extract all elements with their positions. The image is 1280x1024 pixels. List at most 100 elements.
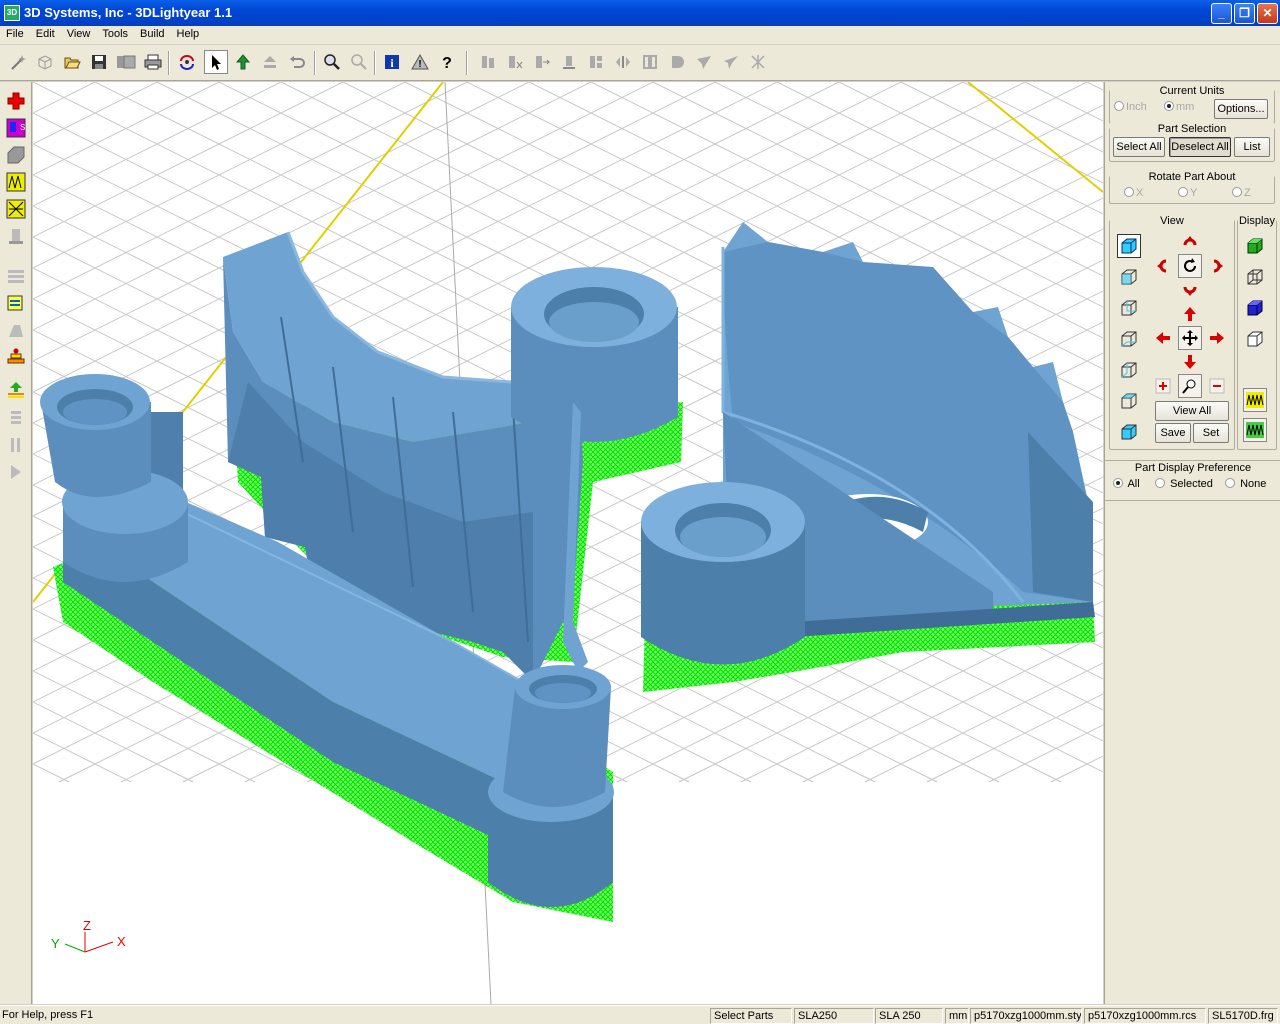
view-iso-7-icon[interactable]	[1117, 420, 1141, 444]
current-units-group: Current Units Inch mm Options...	[1109, 85, 1275, 124]
3d-viewport[interactable]: Z X Y	[33, 82, 1103, 1004]
support-d-icon[interactable]	[557, 50, 581, 74]
window-title: 3D Systems, Inc - 3DLightyear 1.1	[24, 5, 233, 20]
list-button[interactable]: List	[1234, 137, 1270, 157]
view-iso-6-icon[interactable]	[1117, 389, 1141, 413]
magic-wand-icon[interactable]	[6, 50, 30, 74]
support-b-icon[interactable]	[503, 50, 527, 74]
support-k-icon[interactable]	[746, 50, 770, 74]
view-iso-2-icon[interactable]	[1117, 265, 1141, 289]
status-units: mm	[945, 1008, 969, 1024]
help-icon[interactable]: ?	[435, 50, 459, 74]
zoom-window-icon[interactable]	[1178, 374, 1202, 398]
menu-help[interactable]: Help	[171, 26, 206, 40]
view-label: View	[1110, 215, 1234, 227]
support-a-icon[interactable]	[476, 50, 500, 74]
divider	[1105, 460, 1280, 461]
rotate-z-radio[interactable]	[1232, 187, 1242, 197]
maximize-button[interactable]: ❐	[1234, 3, 1255, 24]
move-up-icon[interactable]	[231, 50, 255, 74]
display-solid-icon[interactable]	[1243, 296, 1267, 320]
support-j-icon[interactable]	[719, 50, 743, 74]
menu-build[interactable]: Build	[134, 26, 170, 40]
view-iso-4-icon[interactable]	[1117, 327, 1141, 351]
save-icon[interactable]	[87, 50, 111, 74]
support-g-icon[interactable]	[638, 50, 662, 74]
zoom-out-icon[interactable]	[1205, 374, 1229, 398]
minimize-button[interactable]: _	[1211, 3, 1232, 24]
menu-view[interactable]: View	[61, 26, 97, 40]
support-e-icon[interactable]	[584, 50, 608, 74]
select-all-button[interactable]: Select All	[1113, 137, 1165, 157]
sync-icon[interactable]	[175, 50, 199, 74]
add-part-icon[interactable]	[5, 90, 27, 112]
units-mm-radio[interactable]	[1164, 101, 1174, 111]
rotate-up-icon[interactable]	[1178, 230, 1202, 254]
zoom-in-icon[interactable]	[1151, 374, 1175, 398]
display-shaded-icon[interactable]	[1243, 234, 1267, 258]
pref-all-radio[interactable]	[1113, 478, 1123, 488]
stack-icon[interactable]	[5, 346, 27, 368]
view-all-button[interactable]: View All	[1155, 401, 1229, 421]
pref-none-radio[interactable]	[1225, 478, 1235, 488]
cube-icon[interactable]	[33, 50, 57, 74]
warning-icon[interactable]: !	[408, 50, 432, 74]
zoom-fit-icon[interactable]	[347, 50, 371, 74]
support-h-icon[interactable]	[665, 50, 689, 74]
info-icon[interactable]: i	[380, 50, 404, 74]
pan-up-icon[interactable]	[1178, 302, 1202, 326]
repair-icon[interactable]	[5, 319, 27, 341]
open-folder-icon[interactable]	[60, 50, 84, 74]
pan-left-icon[interactable]	[1151, 326, 1175, 350]
rotate-y-radio[interactable]	[1178, 187, 1188, 197]
options-button[interactable]: Options...	[1214, 99, 1268, 119]
layers-icon[interactable]	[5, 265, 27, 287]
units-inch-radio[interactable]	[1114, 101, 1124, 111]
display-supports-icon[interactable]	[1243, 388, 1267, 412]
support-c-icon[interactable]	[530, 50, 554, 74]
rotate-free-icon[interactable]	[1178, 254, 1202, 278]
build-icon[interactable]	[5, 225, 27, 247]
support-f-icon[interactable]	[611, 50, 635, 74]
rotate-right-icon[interactable]	[1205, 254, 1229, 278]
view-save-button[interactable]: Save	[1155, 423, 1191, 443]
pause-icon[interactable]	[5, 407, 27, 429]
zoom-icon[interactable]	[320, 50, 344, 74]
rotate-down-icon[interactable]	[1178, 278, 1202, 302]
close-button[interactable]: ✕	[1257, 3, 1278, 24]
layout-icon[interactable]: SI	[5, 117, 27, 139]
view-iso-3-icon[interactable]	[1117, 296, 1141, 320]
menu-tools[interactable]: Tools	[96, 26, 134, 40]
pref-all-label: All	[1127, 478, 1140, 490]
menu-file[interactable]: File	[0, 26, 30, 40]
hatch-icon[interactable]	[5, 198, 27, 220]
view-set-button[interactable]: Set	[1193, 423, 1229, 443]
pan-right-icon[interactable]	[1205, 326, 1229, 350]
lift-icon[interactable]	[258, 50, 282, 74]
menu-edit[interactable]: Edit	[30, 26, 61, 40]
display-outline-icon[interactable]	[1243, 327, 1267, 351]
build-platform-scene[interactable]: Z X Y	[33, 82, 1103, 1004]
pan-free-icon[interactable]	[1178, 326, 1202, 350]
pref-selected-radio[interactable]	[1155, 478, 1165, 488]
rotate-left-icon[interactable]	[1151, 254, 1175, 278]
title-bar[interactable]: 3D 3D Systems, Inc - 3DLightyear 1.1 _ ❐…	[0, 0, 1280, 26]
display-wireframe-icon[interactable]	[1243, 265, 1267, 289]
view-iso-5-icon[interactable]	[1117, 358, 1141, 382]
platform-up-icon[interactable]	[5, 380, 27, 402]
deselect-all-button[interactable]: Deselect All	[1169, 137, 1231, 157]
verify-icon[interactable]	[5, 292, 27, 314]
rotate-x-radio[interactable]	[1124, 187, 1134, 197]
play-icon[interactable]	[5, 461, 27, 483]
pointer-icon[interactable]	[204, 50, 228, 74]
stop-icon[interactable]	[5, 434, 27, 456]
save-all-icon[interactable]	[114, 50, 138, 74]
display-supports-alt-icon[interactable]	[1243, 418, 1267, 442]
slice-icon[interactable]	[5, 144, 27, 166]
print-icon[interactable]	[141, 50, 165, 74]
support-i-icon[interactable]	[692, 50, 716, 74]
view-iso-front-icon[interactable]	[1117, 234, 1141, 258]
undo-icon[interactable]	[285, 50, 309, 74]
pan-down-icon[interactable]	[1178, 350, 1202, 374]
support-icon[interactable]	[5, 171, 27, 193]
